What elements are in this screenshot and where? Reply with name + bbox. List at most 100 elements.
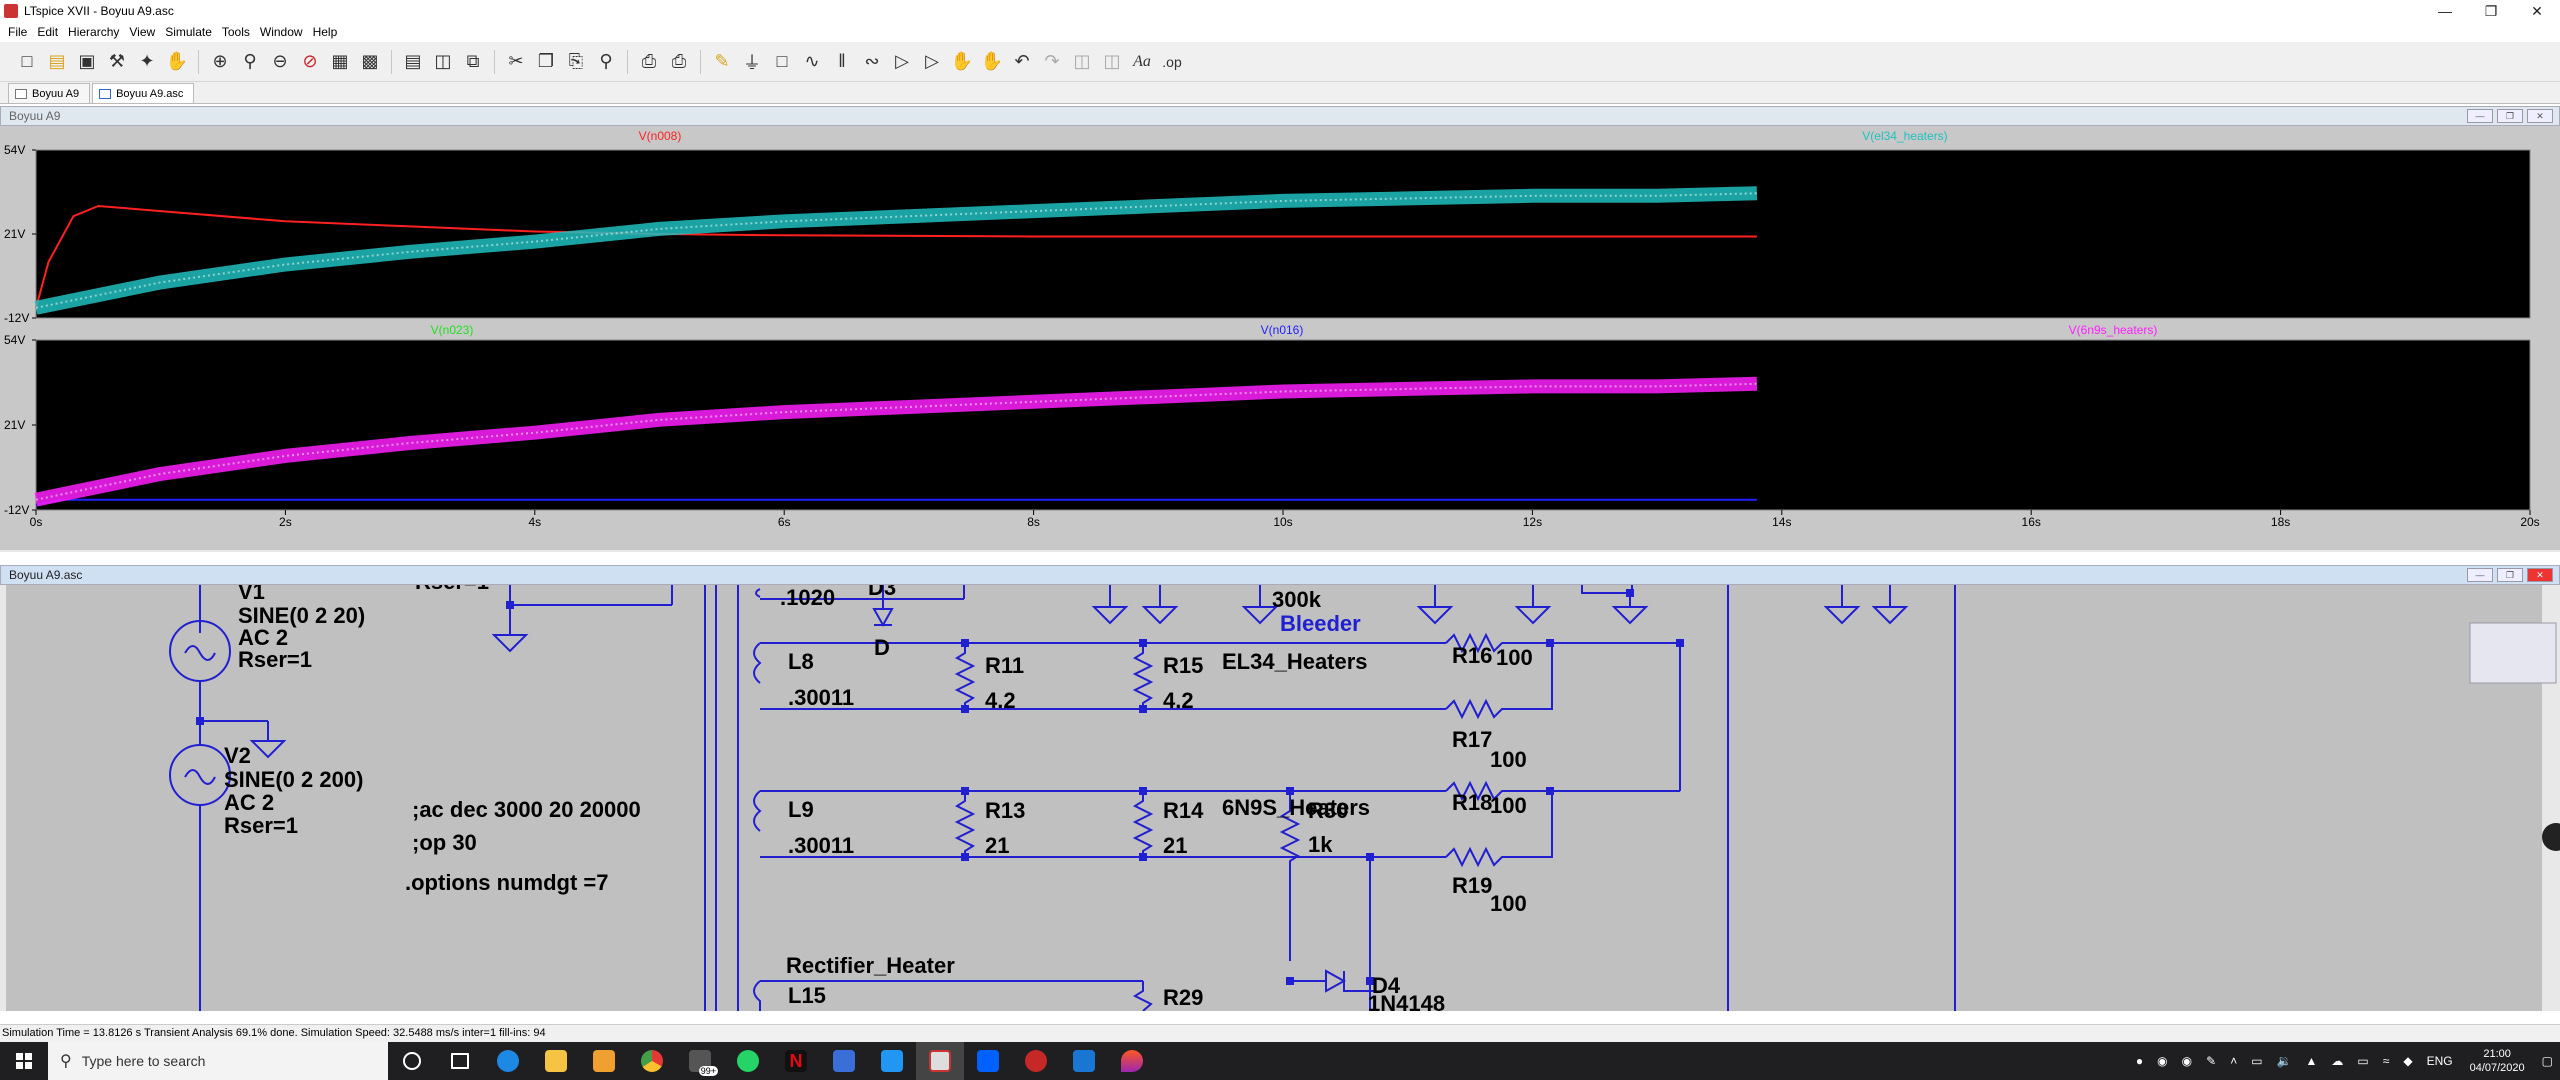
menu-view[interactable]: View — [127, 25, 163, 39]
component-name-v1[interactable]: V1 — [238, 585, 265, 604]
pan-icon[interactable]: ⚲ — [235, 47, 265, 77]
schematic-restore-button[interactable]: ❐ — [2497, 568, 2523, 582]
component-param-rser[interactable]: Rser=1 — [415, 585, 489, 594]
undo-icon[interactable]: ↶ — [1007, 47, 1037, 77]
whatsapp-icon[interactable] — [724, 1042, 772, 1080]
paste-icon[interactable]: ⎘ — [561, 47, 591, 77]
plot-restore-button[interactable]: ❐ — [2497, 109, 2523, 123]
file-explorer-icon[interactable] — [532, 1042, 580, 1080]
people-icon[interactable]: ● — [2136, 1054, 2143, 1068]
task-view-icon[interactable] — [436, 1042, 484, 1080]
component-icon[interactable]: ▷ — [917, 47, 947, 77]
component-value-r16[interactable]: 100 — [1496, 645, 1533, 670]
schematic-canvas[interactable]: V1 SINE(0 2 20) AC 2 Rser=1 V2 SINE(0 2 … — [0, 585, 2560, 1011]
drag-icon[interactable]: ✋ — [977, 47, 1007, 77]
component-name-r14[interactable]: R14 — [1163, 798, 1204, 823]
plot-pane-1[interactable] — [35, 149, 2531, 319]
halt-hand-icon[interactable]: ✋ — [162, 47, 192, 77]
copy-icon[interactable]: ❐ — [531, 47, 561, 77]
menu-file[interactable]: File — [6, 25, 35, 39]
legend-v-n016-[interactable]: V(n016) — [1261, 323, 1304, 337]
component-value-l9[interactable]: .30011 — [788, 833, 854, 858]
component-name-r16[interactable]: R16 — [1452, 643, 1492, 668]
net-label-el34-heaters[interactable]: EL34_Heaters — [1222, 649, 1368, 674]
spice-directive-ac[interactable]: ;ac dec 3000 20 20000 — [412, 797, 641, 822]
component-value-d4[interactable]: 1N4148 — [1368, 991, 1445, 1011]
clock[interactable]: 21:00 04/07/2020 — [2470, 1047, 2525, 1075]
text-icon[interactable]: Aa — [1127, 47, 1157, 77]
redo-icon[interactable]: ↷ — [1037, 47, 1067, 77]
component-value-r15[interactable]: 4.2 — [1163, 688, 1194, 713]
component-name-r11[interactable]: R11 — [985, 653, 1024, 678]
component-param-v1-rser[interactable]: Rser=1 — [238, 647, 312, 672]
legend-v-6n9s-heaters-[interactable]: V(6n9s_heaters) — [2069, 323, 2158, 337]
display-icon[interactable]: ▭ — [2251, 1054, 2262, 1068]
network-icon[interactable]: ▲ — [2306, 1054, 2318, 1068]
component-value-r19[interactable]: 100 — [1490, 891, 1527, 916]
spice-directive-op[interactable]: ;op 30 — [412, 830, 477, 855]
ground-icon[interactable]: ⏚ — [737, 47, 767, 77]
resistor-icon[interactable]: ∿ — [797, 47, 827, 77]
ltspice-taskbar-icon[interactable] — [916, 1042, 964, 1080]
schematic-close-button[interactable]: ✕ — [2527, 568, 2553, 582]
edge-icon[interactable] — [484, 1042, 532, 1080]
component-name-r18[interactable]: R18 — [1452, 790, 1492, 815]
component-value-r13[interactable]: 21 — [985, 833, 1009, 858]
component-value-r30[interactable]: 1k — [1308, 832, 1333, 857]
notification-icon[interactable]: ▢ — [2542, 1054, 2553, 1068]
capacitor-icon[interactable]: ‖ — [827, 47, 857, 77]
legend-v-n008-[interactable]: V(n008) — [639, 129, 682, 143]
inductor-icon[interactable]: ∾ — [857, 47, 887, 77]
find-icon[interactable]: ⚲ — [591, 47, 621, 77]
menu-hierarchy[interactable]: Hierarchy — [66, 25, 127, 39]
move-icon[interactable]: ✋ — [947, 47, 977, 77]
component-name-l9[interactable]: L9 — [788, 797, 814, 822]
dropbox-tray-icon[interactable]: ◆ — [2403, 1054, 2412, 1068]
menu-edit[interactable]: Edit — [35, 25, 66, 39]
photos-icon[interactable] — [1060, 1042, 1108, 1080]
plot-pane-2[interactable] — [35, 339, 2531, 511]
wifi-icon[interactable]: ≈ — [2383, 1054, 2390, 1068]
plot-close-button[interactable]: ✕ — [2527, 109, 2553, 123]
waveform-plot[interactable]: 54V 21V -12V V(n008) V(el34_heaters) 54V 21V -1… — [0, 126, 2560, 550]
spice-directive-options[interactable]: .options numdgt =7 — [405, 870, 609, 895]
menu-tools[interactable]: Tools — [220, 25, 258, 39]
tile-vertical-icon[interactable]: ◫ — [428, 47, 458, 77]
cut-icon[interactable]: ✂ — [501, 47, 531, 77]
component-name-r30[interactable]: R30 — [1308, 798, 1348, 823]
chrome-icon[interactable] — [628, 1042, 676, 1080]
language-indicator[interactable]: ENG — [2427, 1054, 2453, 1068]
cortana-icon[interactable] — [388, 1042, 436, 1080]
component-name-r19[interactable]: R19 — [1452, 873, 1492, 898]
battery-icon[interactable]: ▭ — [2357, 1054, 2368, 1068]
schematic-minimize-button[interactable]: — — [2467, 568, 2493, 582]
net-label-rectifier-heater[interactable]: Rectifier_Heater — [786, 953, 955, 978]
label-net-icon[interactable]: □ — [767, 47, 797, 77]
tab-schematic[interactable]: Boyuu A9.asc — [92, 83, 195, 103]
tile-horizontal-icon[interactable]: ▤ — [398, 47, 428, 77]
taskbar-search-box[interactable]: ⚲ Type here to search — [48, 1042, 388, 1080]
component-param-v2-ac[interactable]: AC 2 — [224, 790, 274, 815]
autorange-icon[interactable]: ▦ — [325, 47, 355, 77]
component-name-l8[interactable]: L8 — [788, 649, 814, 674]
diode-icon[interactable]: ▷ — [887, 47, 917, 77]
zoom-extents-icon[interactable]: ▩ — [355, 47, 385, 77]
mail-badge-icon[interactable]: 99+ — [676, 1042, 724, 1080]
plot-minimize-button[interactable]: — — [2467, 109, 2493, 123]
component-value-r11[interactable]: 4.2 — [985, 688, 1016, 713]
avatar[interactable]: ◉ — [2157, 1054, 2167, 1068]
inductor-value-top[interactable]: .1020 — [780, 585, 835, 610]
cascade-icon[interactable]: ⧉ — [458, 47, 488, 77]
component-value-l8[interactable]: .30011 — [788, 685, 854, 710]
media-icon[interactable] — [1012, 1042, 1060, 1080]
cloud-icon[interactable]: ☁ — [2331, 1054, 2343, 1068]
component-name-v2[interactable]: V2 — [224, 743, 251, 768]
component-value-r18[interactable]: 100 — [1490, 793, 1527, 818]
component-name-l15[interactable]: L15 — [788, 983, 826, 1008]
component-name-d3[interactable]: D3 — [868, 585, 896, 600]
bleeder-comment[interactable]: Bleeder — [1280, 611, 1361, 636]
print-icon[interactable]: ⎙ — [664, 47, 694, 77]
save-icon[interactable]: ▣ — [72, 47, 102, 77]
side-panel-toggle-icon[interactable] — [2542, 823, 2560, 851]
avatar-2[interactable]: ◉ — [2182, 1054, 2192, 1068]
